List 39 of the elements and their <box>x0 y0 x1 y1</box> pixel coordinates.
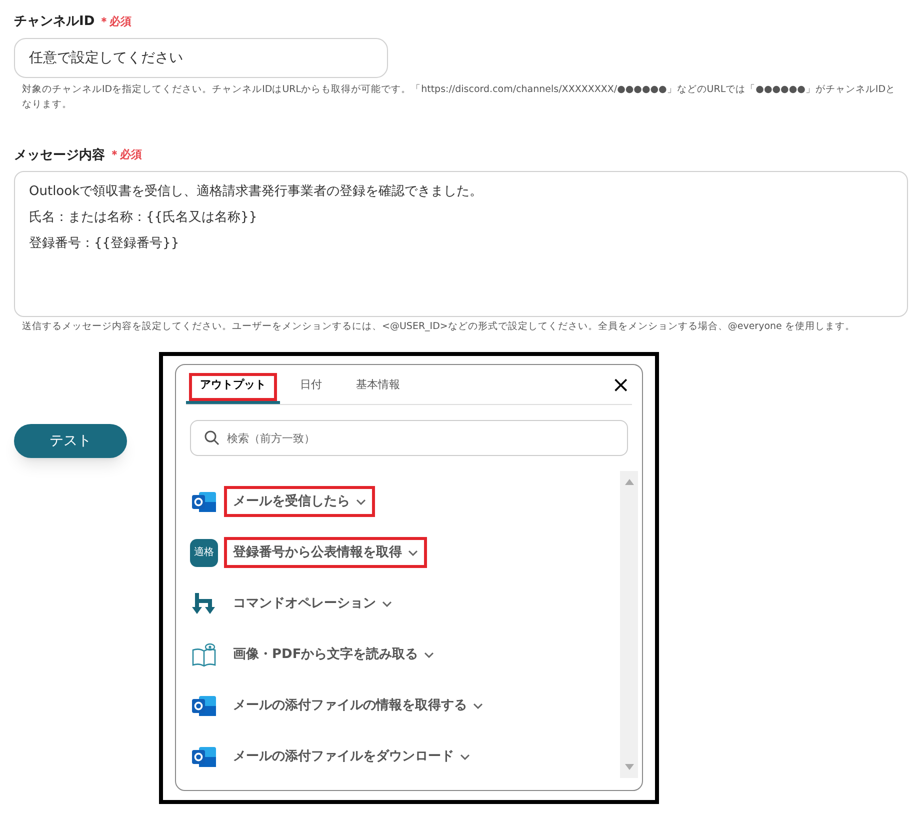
mail-app-icon <box>191 744 217 768</box>
output-item[interactable]: メールを受信したら <box>224 486 375 518</box>
message-line: 登録番号：{{登録番号}} <box>29 235 180 253</box>
mail-app-icon <box>191 694 217 718</box>
tab[interactable]: アウトプット <box>186 370 280 404</box>
search-field[interactable]: 検索（前方一致） <box>190 420 628 456</box>
output-item[interactable]: 登録番号から公表情報を取得 <box>224 536 427 568</box>
chevron-down-icon <box>473 702 483 708</box>
output-item[interactable]: メールの添付ファイルの情報を取得する <box>224 690 492 722</box>
mail-app-icon <box>191 490 217 514</box>
required-mark: ＊必須 <box>98 14 132 30</box>
help-text: 送信するメッセージ内容を設定してください。ユーザーをメンションするには、<@USER_ID>などの形式で設定してください。全員をメンションする場合、@everyone を使用します。 <box>22 320 856 334</box>
search-icon <box>204 430 220 446</box>
scroll-down-icon <box>624 764 634 770</box>
chevron-down-icon <box>356 498 366 504</box>
output-item[interactable]: メールの添付ファイルをダウンロード <box>224 740 479 772</box>
required-mark: ＊必須 <box>109 147 142 163</box>
book-eye-icon <box>191 642 217 668</box>
input-field[interactable]: 任意で設定してください <box>14 38 388 78</box>
branch-arrows-icon <box>192 592 216 616</box>
scroll-up-icon <box>624 479 634 485</box>
output-item[interactable]: 画像・PDFから文字を読み取る <box>224 638 444 670</box>
field-label: チャンネルID <box>14 13 95 31</box>
close-button[interactable]: × <box>612 375 630 397</box>
tab[interactable]: 基本情報 <box>342 370 414 404</box>
output-item[interactable]: コマンドオペレーション <box>224 588 401 620</box>
test-button[interactable]: テスト <box>14 424 127 458</box>
field-label: メッセージ内容 <box>14 146 105 164</box>
tab[interactable]: 日付 <box>286 370 336 404</box>
chevron-down-icon <box>408 550 418 556</box>
app-badge: 適格 <box>190 538 218 566</box>
chevron-down-icon <box>424 652 434 658</box>
message-line: Outlookで領収書を受信し、適格請求書発行事業者の登録を確認できました。 <box>29 183 484 201</box>
message-textarea[interactable]: Outlookで領収書を受信し、適格請求書発行事業者の登録を確認できました。 氏名：または名称：{{氏名又は名称}} 登録番号：{{登録番号}} <box>14 171 908 317</box>
chevron-down-icon <box>382 600 392 606</box>
chevron-down-icon <box>460 754 470 760</box>
scrollbar[interactable] <box>620 471 638 778</box>
help-text: 対象のチャンネルIDを指定してください。チャンネルIDはURLからも取得が可能です。「https://discord.com/channels/XXXXXXXX/●●●●●●」などのURLでは「●●●●●●」がチャンネルIDとなります。 <box>22 82 897 112</box>
message-line: 氏名：または名称：{{氏名又は名称}} <box>29 209 258 227</box>
